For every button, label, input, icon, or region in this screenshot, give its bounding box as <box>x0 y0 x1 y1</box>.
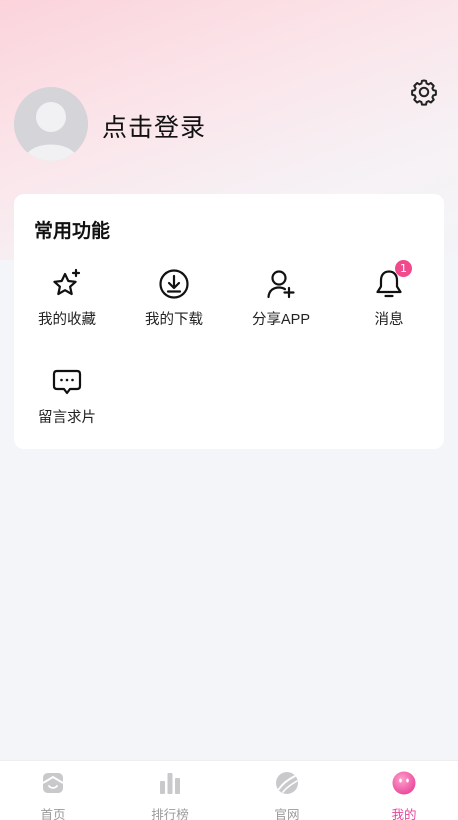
unread-badge: 1 <box>395 260 412 277</box>
tab-mine[interactable]: 我的 <box>347 761 458 820</box>
profile-face-icon <box>391 770 417 796</box>
download-icon <box>156 266 192 302</box>
home-icon <box>40 770 66 796</box>
share-app-button[interactable]: 分享APP <box>227 266 335 336</box>
planet-icon <box>274 770 300 796</box>
messages-label: 消息 <box>374 312 404 328</box>
gear-icon <box>411 79 437 106</box>
tab-official-site-label: 官网 <box>274 808 300 820</box>
avatar[interactable] <box>14 87 88 161</box>
tab-ranking-label: 排行榜 <box>151 808 189 820</box>
request-movie-label: 留言求片 <box>38 410 96 426</box>
common-functions-card: 常用功能 我的收藏 我的下载 分享APP 1 消息 留言求片 <box>14 194 444 449</box>
section-title: 常用功能 <box>34 221 111 242</box>
messages-button[interactable]: 1 消息 <box>335 260 443 336</box>
bottom-tab-bar: 首页 排行榜 官网 我的 <box>0 760 458 820</box>
tab-home[interactable]: 首页 <box>0 761 110 820</box>
tab-mine-label: 我的 <box>391 808 417 820</box>
favorites-button[interactable]: 我的收藏 <box>13 266 121 336</box>
tab-home-label: 首页 <box>40 808 66 820</box>
share-app-label: 分享APP <box>251 312 310 328</box>
add-user-icon <box>263 266 299 302</box>
downloads-button[interactable]: 我的下载 <box>120 266 228 336</box>
tab-official-site[interactable]: 官网 <box>230 761 344 820</box>
login-link[interactable]: 点击登录 <box>102 108 206 144</box>
star-sparkle-icon <box>49 266 85 302</box>
bell-icon: 1 <box>371 260 412 302</box>
downloads-label: 我的下载 <box>145 312 203 328</box>
settings-button[interactable] <box>408 76 440 108</box>
tab-ranking[interactable]: 排行榜 <box>113 761 227 820</box>
default-avatar-icon <box>24 102 78 161</box>
favorites-label: 我的收藏 <box>38 312 96 328</box>
request-movie-button[interactable]: 留言求片 <box>13 364 121 434</box>
bar-chart-icon <box>157 770 183 796</box>
chat-bubble-icon <box>49 364 85 400</box>
